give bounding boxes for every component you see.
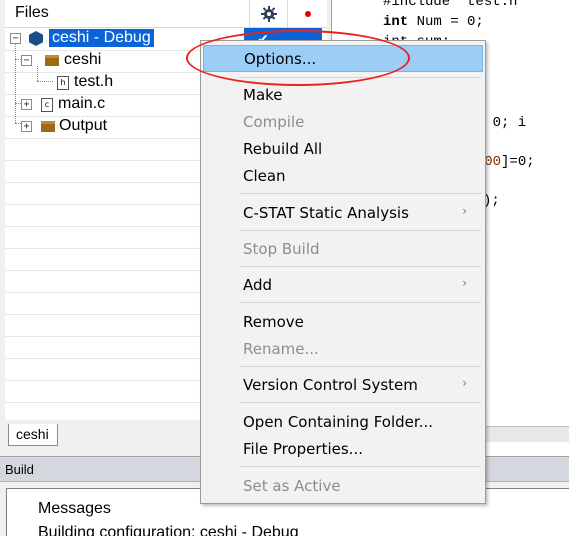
menu-item-label: C-STAT Static Analysis <box>243 204 409 222</box>
gear-column[interactable] <box>249 0 287 28</box>
menu-separator <box>239 302 481 303</box>
code-line: int Num = 0; <box>383 14 484 30</box>
files-column-title[interactable]: Files <box>15 4 49 22</box>
menu-separator <box>239 230 481 231</box>
menu-item-file-properties[interactable]: File Properties... <box>203 436 483 463</box>
folder-label: ceshi <box>64 51 102 68</box>
menu-item-label: Rebuild All <box>243 140 323 158</box>
menu-item-compile[interactable]: Compile <box>203 109 483 136</box>
expand-toggle[interactable]: + <box>21 99 32 110</box>
code-text: Num = 0; <box>408 14 484 30</box>
gear-icon <box>260 6 277 22</box>
menu-item-label: Stop Build <box>243 240 320 258</box>
code-text: ]=0; <box>501 154 535 170</box>
file-label: main.c <box>58 95 106 112</box>
menu-item-clean[interactable]: Clean <box>203 163 483 190</box>
menu-item-stop-build[interactable]: Stop Build <box>203 236 483 263</box>
file-label: test.h <box>74 73 114 90</box>
collapse-toggle[interactable]: − <box>21 55 32 66</box>
messages-column-header[interactable]: Messages <box>38 500 111 518</box>
expand-toggle[interactable]: + <box>21 121 32 132</box>
menu-item-label: Add <box>243 276 273 294</box>
menu-item-label: Compile <box>243 113 305 131</box>
menu-item-label: Open Containing Folder... <box>243 413 433 431</box>
folder-label: Output <box>59 117 108 134</box>
submenu-arrow-icon: › <box>462 276 467 290</box>
submenu-arrow-icon: › <box>462 204 467 218</box>
menu-separator <box>239 466 481 467</box>
breakpoint-column[interactable] <box>287 0 327 28</box>
header-file-icon: h <box>57 76 69 90</box>
menu-item-label: Version Control System <box>243 376 418 394</box>
menu-separator <box>239 193 481 194</box>
red-dot-icon <box>304 11 311 17</box>
menu-item-label: Set as Active <box>243 477 341 495</box>
menu-separator <box>239 402 481 403</box>
c-file-icon: c <box>41 98 53 112</box>
menu-item-make[interactable]: Make <box>203 82 483 109</box>
menu-item-options[interactable]: Options... <box>203 45 483 72</box>
menu-item-version-control[interactable]: Version Control System › <box>203 372 483 399</box>
submenu-arrow-icon: › <box>462 376 467 390</box>
folder-icon <box>41 121 55 132</box>
context-menu: Options... Make Compile Rebuild All Clea… <box>200 40 486 504</box>
files-header: Files <box>5 0 327 28</box>
menu-separator <box>239 266 481 267</box>
menu-item-label: File Properties... <box>243 440 363 458</box>
tab-ceshi[interactable]: ceshi <box>8 424 58 446</box>
menu-item-label: Clean <box>243 167 286 185</box>
menu-item-label: Options... <box>244 50 317 68</box>
project-icon <box>29 31 43 46</box>
menu-item-remove[interactable]: Remove <box>203 309 483 336</box>
build-panel-title: Build <box>5 462 34 477</box>
menu-item-add[interactable]: Add › <box>203 272 483 299</box>
menu-separator <box>239 366 481 367</box>
keyword: int <box>383 14 409 30</box>
menu-item-label: Remove <box>243 313 304 331</box>
build-message[interactable]: Building configuration: ceshi - Debug <box>38 524 299 536</box>
menu-item-cstat[interactable]: C-STAT Static Analysis › <box>203 200 483 227</box>
project-label: ceshi - Debug <box>49 29 154 47</box>
menu-item-rebuild-all[interactable]: Rebuild All <box>203 136 483 163</box>
code-line: #include "test.h" <box>383 0 526 10</box>
menu-item-set-active[interactable]: Set as Active <box>203 473 483 500</box>
menu-item-label: Rename... <box>243 340 319 358</box>
menu-separator <box>239 77 481 78</box>
folder-icon <box>45 55 59 66</box>
collapse-toggle[interactable]: − <box>10 33 21 44</box>
menu-item-label: Make <box>243 86 283 104</box>
menu-item-open-folder[interactable]: Open Containing Folder... <box>203 409 483 436</box>
menu-item-rename[interactable]: Rename... <box>203 336 483 363</box>
